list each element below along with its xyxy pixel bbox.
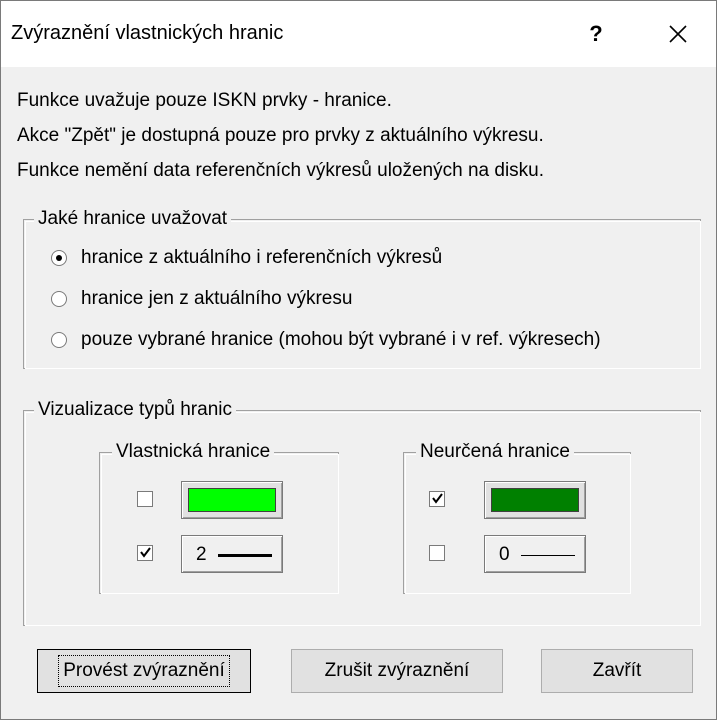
undetermined-width-button[interactable]: 0 [484, 535, 586, 573]
apply-highlight-button[interactable]: Provést zvýraznění [37, 649, 251, 693]
line-width-value: 2 [196, 544, 207, 565]
radio-label: hranice z aktuálního i referenčních výkr… [81, 247, 443, 268]
radio-current-and-reference[interactable]: hranice z aktuálního i referenčních výkr… [51, 247, 442, 269]
undetermined-color-checkbox[interactable] [429, 491, 445, 507]
dialog-window: Zvýraznění vlastnických hranic ? Funkce … [0, 0, 717, 720]
radio-button[interactable] [51, 332, 67, 348]
info-text-reference: Funkce nemění data referenčních výkresů … [17, 160, 545, 181]
undetermined-legend: Neurčená hranice [416, 441, 574, 463]
boundaries-legend: Jaké hranice uvažovat [34, 208, 232, 230]
ownership-color-checkbox[interactable] [137, 491, 153, 507]
dialog-title: Zvýraznění vlastnických hranic [11, 22, 284, 44]
close-icon[interactable] [649, 11, 707, 57]
apply-highlight-label: Provést zvýraznění [58, 655, 230, 687]
undetermined-width-checkbox[interactable] [429, 545, 445, 561]
radio-current-only[interactable]: hranice jen z aktuálního výkresu [51, 288, 352, 310]
radio-label: pouze vybrané hranice (mohou být vybrané… [81, 329, 601, 350]
cancel-highlight-label: Zrušit zvýraznění [324, 660, 470, 681]
ownership-width-checkbox[interactable] [137, 545, 153, 561]
line-sample [218, 554, 272, 557]
info-text-undo: Akce "Zpět" je dostupná pouze pro prvky … [17, 125, 544, 146]
radio-button[interactable] [51, 291, 67, 307]
close-button[interactable]: Zavřít [541, 649, 693, 693]
ownership-legend: Vlastnická hranice [112, 441, 275, 463]
ownership-width-button[interactable]: 2 [181, 535, 283, 573]
radio-label: hranice jen z aktuálního výkresu [81, 288, 353, 309]
info-text-iskn: Funkce uvažuje pouze ISKN prvky - hranic… [17, 90, 392, 111]
close-label: Zavřít [592, 660, 642, 681]
color-swatch [491, 488, 579, 512]
color-swatch [188, 488, 276, 512]
ownership-color-button[interactable] [181, 481, 283, 519]
undetermined-color-button[interactable] [484, 481, 586, 519]
line-sample [521, 555, 575, 556]
radio-selected-only[interactable]: pouze vybrané hranice (mohou být vybrané… [51, 329, 601, 351]
cancel-highlight-button[interactable]: Zrušit zvýraznění [291, 649, 503, 693]
title-bar: Zvýraznění vlastnických hranic ? [1, 1, 716, 67]
visualization-legend: Vizualizace typů hranic [34, 399, 236, 421]
radio-button[interactable] [51, 250, 67, 266]
checkmark-icon [140, 547, 151, 558]
line-width-value: 0 [499, 544, 510, 565]
checkmark-icon [432, 493, 443, 504]
help-button[interactable]: ? [571, 11, 621, 57]
